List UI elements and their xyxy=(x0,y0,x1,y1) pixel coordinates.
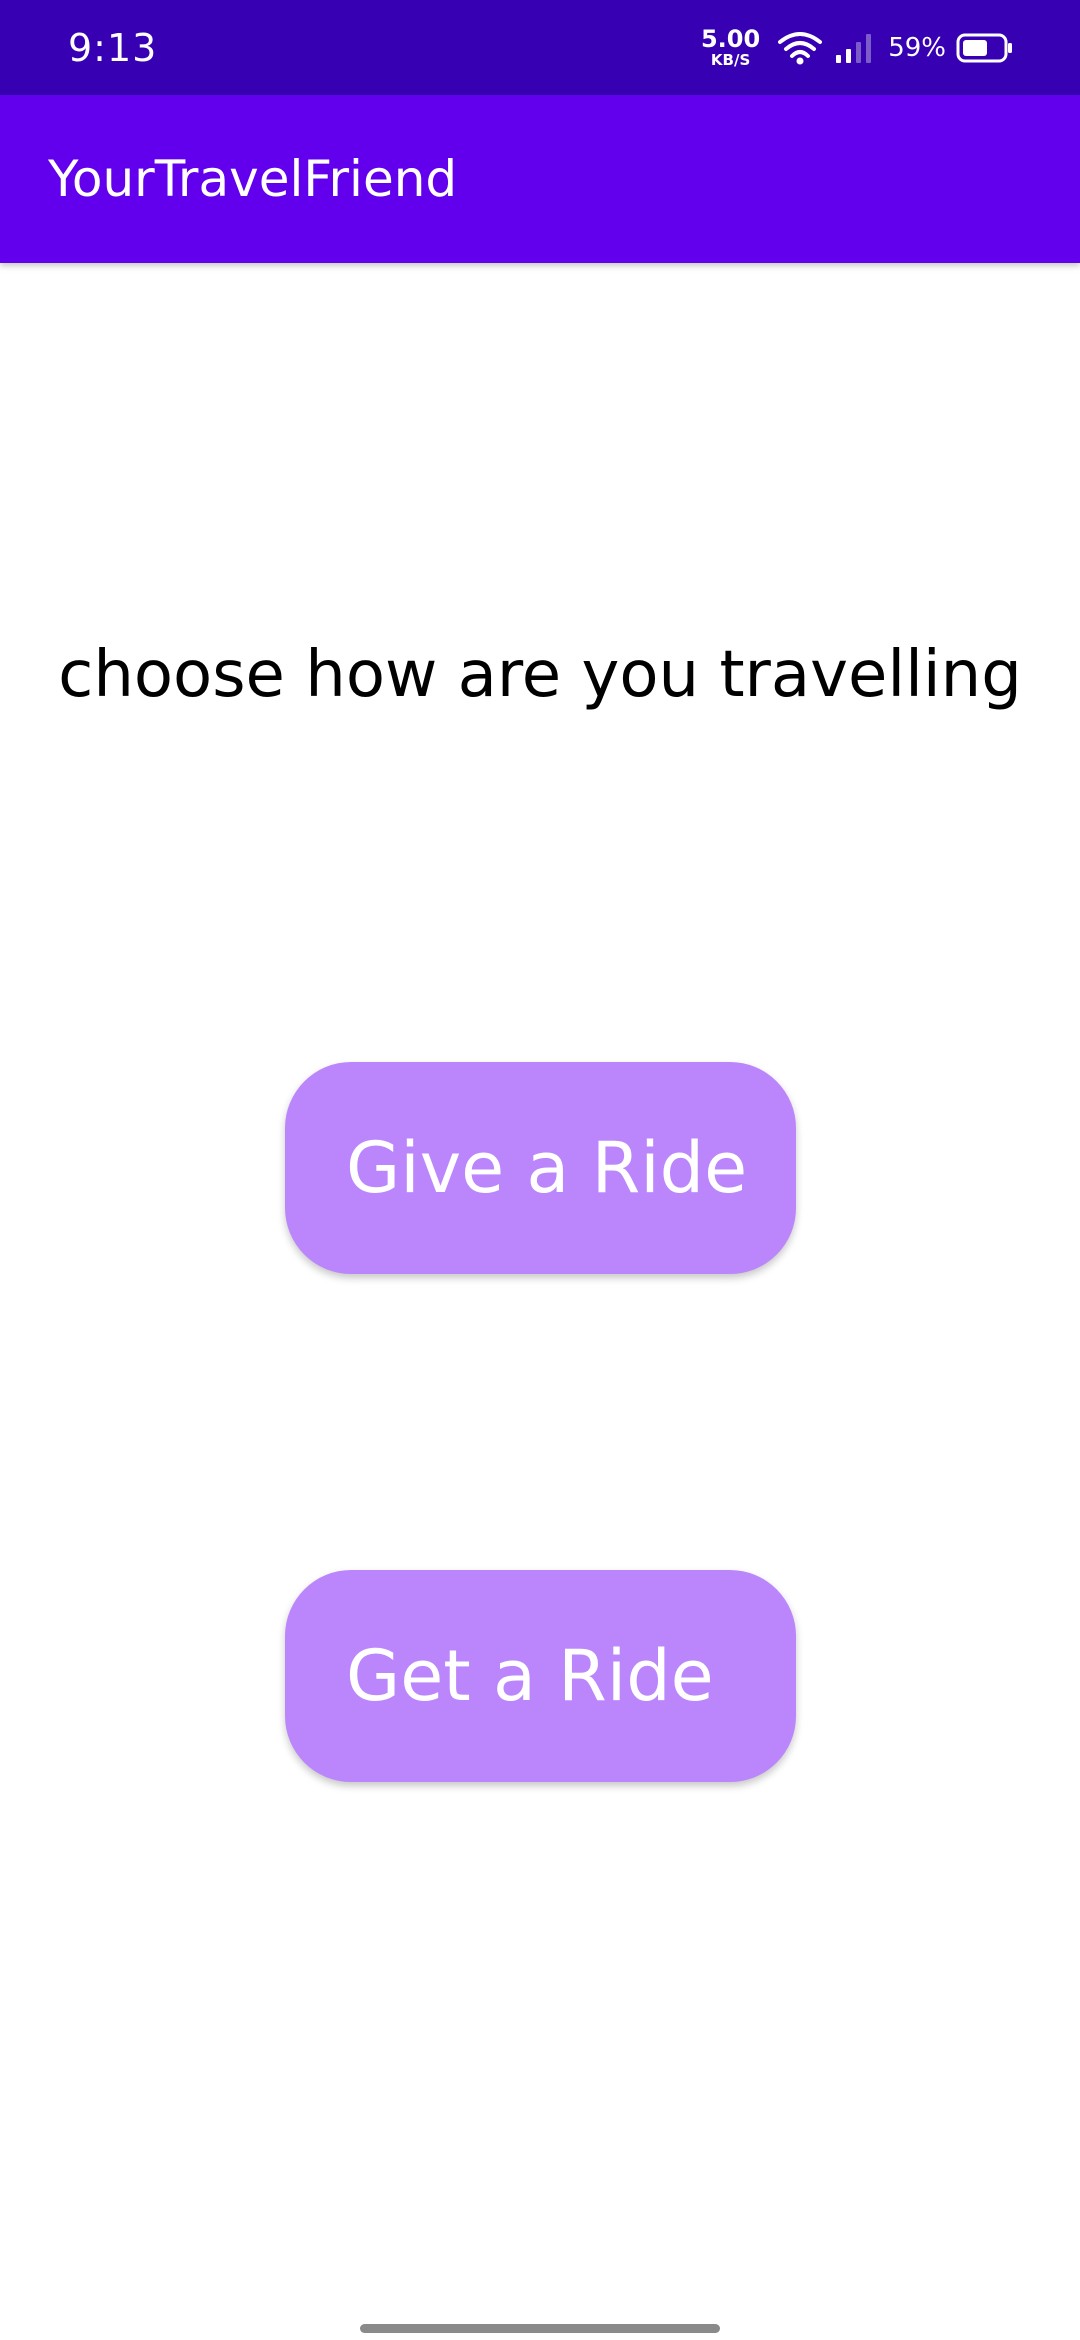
app-bar: YourTravelFriend xyxy=(0,95,1080,263)
battery-percent: 59% xyxy=(888,32,946,63)
app-title: YourTravelFriend xyxy=(48,150,458,208)
network-speed-value: 5.00 xyxy=(700,25,761,53)
give-ride-label: Give a Ride xyxy=(346,1127,748,1209)
signal-icon xyxy=(836,33,872,63)
get-ride-button[interactable]: Get a Ride xyxy=(285,1570,796,1782)
travel-prompt: choose how are you travelling xyxy=(58,638,1022,712)
network-speed: 5.00 KB/S xyxy=(701,27,760,68)
network-speed-unit: KB/S xyxy=(710,51,751,69)
get-ride-label: Get a Ride xyxy=(346,1635,714,1717)
gesture-bar[interactable] xyxy=(360,2324,720,2333)
battery-icon xyxy=(956,33,1012,62)
status-time: 9:13 xyxy=(68,26,158,70)
give-ride-button[interactable]: Give a Ride xyxy=(285,1062,796,1274)
wifi-icon xyxy=(778,31,823,64)
status-icons: 5.00 KB/S 59% xyxy=(701,0,1014,95)
status-bar: 9:13 5.00 KB/S 59% xyxy=(0,0,1080,95)
